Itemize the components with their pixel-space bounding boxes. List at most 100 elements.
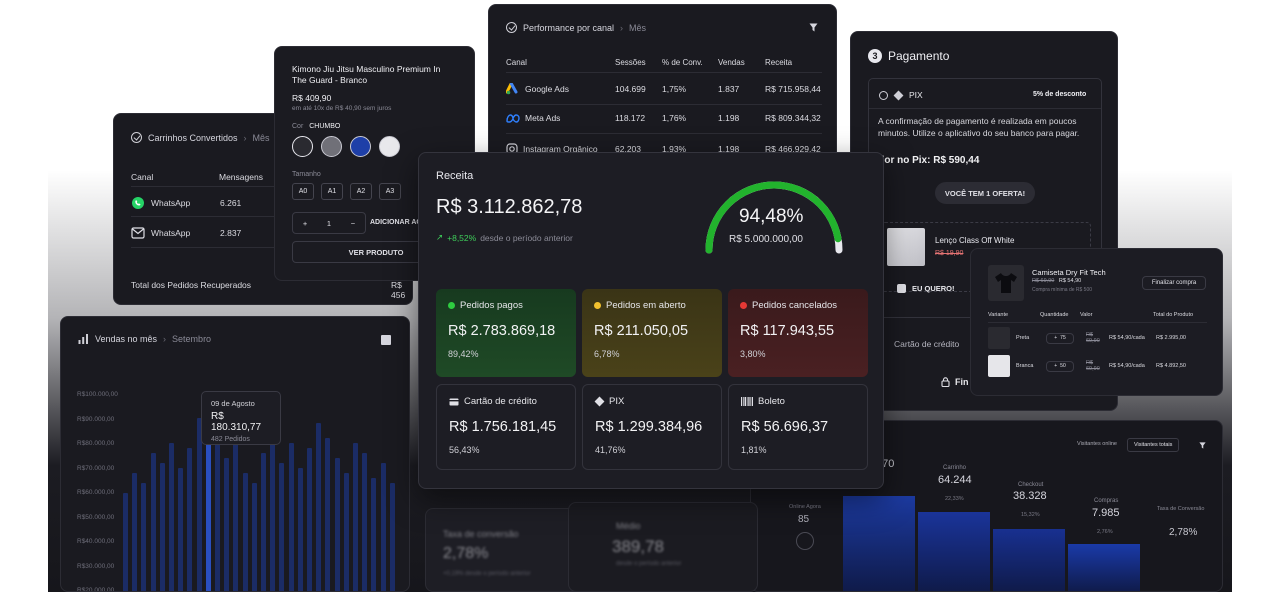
sales-bar[interactable]	[325, 438, 331, 591]
table-row[interactable]: Meta Ads 118.172 1,76% 1.198 R$ 809.344,…	[506, 113, 822, 123]
online-now-value: 85	[798, 514, 810, 525]
sales-bar[interactable]	[297, 468, 303, 591]
meta-icon	[506, 113, 520, 123]
status-label: Pedidos cancelados	[752, 300, 838, 311]
payment-method-card-boleto[interactable]: Boleto R$ 56.696,37 1,81%	[728, 384, 868, 470]
method-pct: 56,43%	[449, 445, 480, 455]
chevron-right-icon: ›	[243, 132, 247, 143]
sales-bar[interactable]	[343, 473, 349, 591]
size-option-a2[interactable]: A2	[350, 183, 372, 200]
rate-note: +0,19% desde o período anterior	[443, 571, 531, 577]
column-header: Canal	[506, 58, 527, 67]
accept-checkbox[interactable]	[897, 284, 906, 293]
sales-bar[interactable]	[270, 428, 276, 591]
unit-price: R$ 54,90/cada	[1109, 335, 1145, 341]
filter-icon[interactable]	[1199, 442, 1206, 449]
stage-pct: 2,76%	[1097, 529, 1113, 535]
card-title: Taxa de conversão	[443, 529, 519, 539]
sales-bar[interactable]	[224, 458, 230, 591]
sales-bar[interactable]	[178, 468, 184, 591]
pix-radio[interactable]	[879, 90, 888, 100]
funnel-stage-bar	[993, 529, 1065, 591]
conversion-value: 1,76%	[662, 113, 687, 123]
increase-button[interactable]: +	[1054, 363, 1057, 369]
gauge-percentage: 94,48%	[739, 206, 804, 227]
quantity-value: 50	[1060, 363, 1066, 369]
credit-card-option[interactable]: Cartão de crédito	[894, 339, 959, 349]
payment-method-card-pix[interactable]: PIX R$ 1.299.384,96 41,76%	[582, 384, 722, 470]
chart-tooltip: 09 de Agosto R$ 180.310,77 482 Pedidos	[201, 391, 281, 445]
channel-name: WhatsApp	[151, 198, 191, 208]
payment-method-card-credit[interactable]: Cartão de crédito R$ 1.756.181,45 56,43%	[436, 384, 576, 470]
sales-bar[interactable]	[251, 483, 257, 591]
sales-bar[interactable]	[334, 458, 340, 591]
table-row[interactable]: Preta + 75 R$ 69,90 R$ 54,90/cada R$ 2.9…	[988, 327, 1210, 349]
method-pct: 41,76%	[595, 445, 626, 455]
filter-icon[interactable]	[809, 23, 818, 32]
conversion-rate-card: Taxa de conversão 2,78% +0,19% desde o p…	[425, 508, 585, 592]
sales-bar[interactable]	[233, 443, 239, 591]
offer-button[interactable]: VOCÊ TEM 1 OFERTA!	[935, 182, 1035, 204]
finish-button[interactable]: Fin	[955, 377, 969, 387]
sales-bar[interactable]	[196, 418, 202, 591]
column-header-canal: Canal	[131, 172, 154, 182]
sales-bar[interactable]	[307, 448, 312, 591]
size-option-a1[interactable]: A1	[321, 183, 343, 200]
sales-bar[interactable]	[279, 463, 285, 591]
color-swatch-chumbo[interactable]	[292, 136, 313, 157]
sales-bar[interactable]	[353, 443, 358, 591]
size-option-a3[interactable]: A3	[379, 183, 401, 200]
quantity-stepper[interactable]: + 75	[1046, 332, 1074, 344]
size-option-a0[interactable]: A0	[292, 183, 314, 200]
table-row[interactable]: Branca + 50 R$ 69,90 R$ 54,90/cada R$ 4.…	[988, 355, 1210, 377]
period-selector[interactable]: Setembro	[172, 334, 211, 344]
unit-price: R$ 54,90/cada	[1109, 363, 1145, 369]
sales-bar[interactable]	[215, 433, 220, 591]
color-swatch-white[interactable]	[379, 136, 400, 157]
card-title: Receita	[436, 170, 474, 182]
sales-bar[interactable]	[132, 473, 138, 591]
add-to-cart-button[interactable]: ADICIONAR AO	[370, 219, 422, 226]
sales-bar[interactable]	[123, 493, 128, 591]
status-card-cancelled[interactable]: Pedidos cancelados R$ 117.943,55 3,80%	[728, 289, 868, 377]
status-dot	[448, 302, 455, 309]
sales-bar[interactable]	[187, 448, 193, 591]
product-title: Camiseta Dry Fit Tech	[1032, 268, 1106, 277]
sales-bar[interactable]	[380, 463, 386, 591]
ticket-note: desde o período anterior	[616, 561, 682, 567]
bar-chart-icon	[78, 334, 88, 344]
finish-purchase-button[interactable]: Finalizar compra	[1142, 276, 1206, 290]
sales-bar[interactable]	[316, 423, 322, 591]
old-price: R$ 69,90	[1032, 278, 1055, 284]
channel-name: Meta Ads	[525, 113, 561, 123]
sales-bar[interactable]	[371, 478, 377, 591]
sales-bar[interactable]	[362, 453, 368, 591]
sales-bar[interactable]	[242, 473, 248, 591]
color-swatch-gray[interactable]	[321, 136, 342, 157]
status-card-paid[interactable]: Pedidos pagos R$ 2.783.869,18 89,42%	[436, 289, 576, 377]
increase-button[interactable]: +	[303, 219, 307, 228]
sales-bar[interactable]	[261, 453, 266, 591]
decrease-button[interactable]: −	[351, 219, 355, 228]
table-row[interactable]: Google Ads 104.699 1,75% 1.837 R$ 715.95…	[506, 83, 822, 95]
color-swatch-blue[interactable]	[350, 136, 371, 157]
increase-button[interactable]: +	[1054, 335, 1057, 341]
chevron-right-icon: ›	[620, 22, 624, 33]
status-card-open[interactable]: Pedidos em aberto R$ 211.050,05 6,78%	[582, 289, 722, 377]
sales-bar[interactable]	[389, 483, 395, 591]
sales-bar[interactable]	[288, 443, 294, 591]
period-selector[interactable]: Mês	[253, 133, 270, 143]
funnel-stage-bar	[843, 496, 915, 591]
quantity-stepper[interactable]: + 50	[1046, 360, 1074, 372]
sales-bar[interactable]	[141, 483, 147, 591]
period-selector[interactable]: Mês	[629, 23, 646, 33]
sales-bar[interactable]	[159, 463, 165, 591]
expand-icon[interactable]	[381, 335, 391, 345]
column-header: Vendas	[718, 58, 745, 67]
y-tick-label: R$80.000,00	[77, 440, 115, 447]
sales-bar[interactable]	[150, 453, 156, 591]
sales-bar[interactable]	[169, 443, 174, 591]
y-tick-label: R$70.000,00	[77, 464, 115, 472]
revenue-value: R$ 3.112.862,78	[436, 196, 583, 218]
quantity-stepper[interactable]: + 1 −	[292, 212, 366, 234]
